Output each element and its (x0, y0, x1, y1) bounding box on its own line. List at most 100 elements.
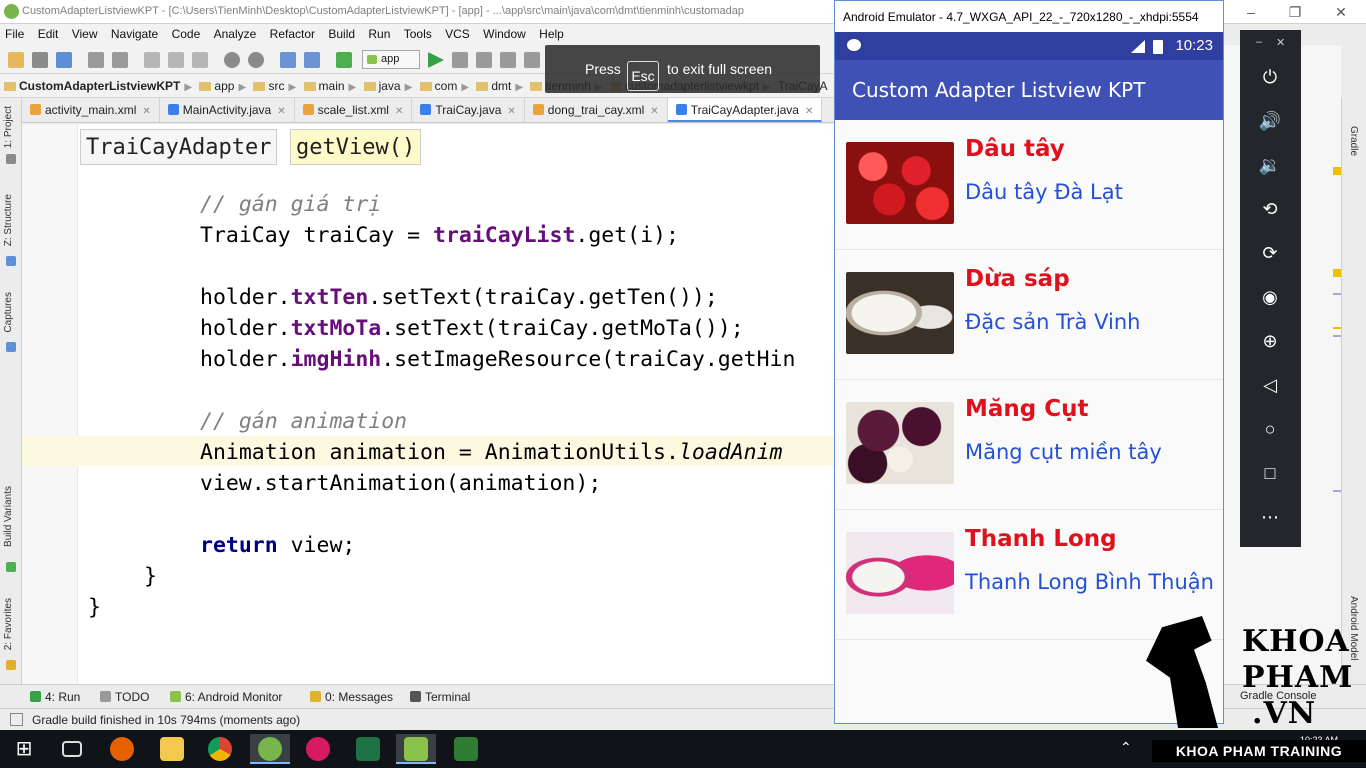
tab-dong-trai-cay[interactable]: dong_trai_cay.xml ✕ (525, 98, 668, 122)
redo-icon[interactable] (112, 52, 128, 68)
menu-refactor[interactable]: Refactor (265, 24, 320, 44)
taskbar-file-explorer[interactable] (152, 734, 192, 764)
menu-code[interactable]: Code (167, 24, 206, 44)
breadcrumb-item[interactable]: dmt (472, 75, 515, 93)
tray-chevron-icon[interactable]: ⌃ (1120, 739, 1132, 756)
xml-file-icon (532, 104, 544, 115)
maximize-icon[interactable]: ❐ (1280, 2, 1310, 22)
sync-icon[interactable] (56, 52, 72, 68)
menu-view[interactable]: View (67, 24, 103, 44)
close-tab-icon[interactable]: ✕ (805, 106, 813, 117)
menu-file[interactable]: File (0, 24, 29, 44)
menu-analyze[interactable]: Analyze (209, 24, 262, 44)
panel-close-icon[interactable]: ✕ (1276, 36, 1285, 49)
find-icon[interactable] (224, 52, 240, 68)
breadcrumb-item[interactable]: CustomAdapterListviewKPT (0, 75, 184, 93)
class-crumb[interactable]: TraiCayAdapter (80, 129, 278, 165)
profile-icon[interactable] (500, 52, 516, 68)
menu-navigate[interactable]: Navigate (106, 24, 163, 44)
volume-up-icon[interactable]: 🔊 (1258, 109, 1282, 133)
list-item[interactable]: Dâu tây Dâu tây Đà Lạt (835, 120, 1223, 250)
code-editor[interactable]: TraiCayAdapter getView() // gán giá trị … (22, 124, 835, 684)
replace-icon[interactable] (248, 52, 264, 68)
close-tab-icon[interactable]: ✕ (507, 106, 515, 117)
breadcrumb-item[interactable]: src (249, 75, 288, 93)
make-project-icon[interactable] (336, 52, 352, 68)
tool-messages[interactable]: 0: Messages (310, 690, 393, 704)
rotate-left-icon[interactable]: ⟲ (1258, 197, 1282, 221)
breadcrumb-item[interactable]: java (360, 75, 405, 93)
tool-tab-structure[interactable]: Z: Structure (3, 194, 14, 246)
forward-nav-icon[interactable] (304, 52, 320, 68)
menu-help[interactable]: Help (534, 24, 569, 44)
close-tab-icon[interactable]: ✕ (277, 106, 285, 117)
taskbar-chrome[interactable] (200, 734, 240, 764)
tool-tab-build-variants[interactable]: Build Variants (3, 486, 14, 547)
run-icon[interactable] (428, 52, 444, 68)
tab-trai-cay[interactable]: TraiCay.java ✕ (412, 98, 525, 122)
close-tab-icon[interactable]: ✕ (395, 106, 403, 117)
volume-down-icon[interactable]: 🔉 (1258, 153, 1282, 177)
paste-icon[interactable] (192, 52, 208, 68)
taskbar-excel[interactable] (348, 734, 388, 764)
save-icon[interactable] (32, 52, 48, 68)
tool-todo[interactable]: TODO (100, 690, 149, 704)
rotate-right-icon[interactable]: ⟳ (1258, 241, 1282, 265)
zoom-icon[interactable]: ⊕ (1258, 329, 1282, 353)
breadcrumb-item[interactable]: app (195, 75, 238, 93)
more-icon[interactable]: ⋯ (1258, 505, 1282, 529)
back-nav-icon[interactable] (280, 52, 296, 68)
tool-tab-project[interactable]: 1: Project (3, 106, 14, 148)
taskbar-android-sdk[interactable] (396, 734, 436, 764)
taskbar-app[interactable] (298, 734, 338, 764)
undo-icon[interactable] (88, 52, 104, 68)
overview-icon[interactable]: □ (1258, 461, 1282, 485)
camera-icon[interactable]: ◉ (1258, 285, 1282, 309)
tool-android-monitor[interactable]: 6: Android Monitor (170, 690, 282, 704)
android-status-bar: 10:23 (835, 32, 1223, 60)
menu-edit[interactable]: Edit (33, 24, 64, 44)
right-tool-strip: Gradle Android Model (1341, 98, 1366, 684)
cut-icon[interactable] (144, 52, 160, 68)
toggle-tool-windows-icon[interactable] (10, 713, 23, 726)
tab-trai-cay-adapter[interactable]: TraiCayAdapter.java ✕ (667, 98, 823, 122)
menu-tools[interactable]: Tools (399, 24, 437, 44)
panel-minimize-icon[interactable]: – (1256, 36, 1262, 48)
tool-run[interactable]: 4: Run (30, 690, 80, 704)
emulator-title-bar[interactable]: Android Emulator - 4.7_WXGA_API_22_-_720… (835, 1, 1223, 32)
open-folder-icon[interactable] (8, 52, 24, 68)
back-icon[interactable]: ◁ (1258, 373, 1282, 397)
power-icon[interactable]: ⏻ (1258, 65, 1282, 89)
list-item[interactable]: Dừa sáp Đặc sản Trà Vinh (835, 250, 1223, 380)
taskbar-camtasia[interactable] (446, 734, 486, 764)
tab-scale-list[interactable]: scale_list.xml ✕ (295, 98, 413, 122)
run-configuration-select[interactable]: app (362, 50, 420, 69)
close-icon[interactable]: ✕ (1326, 2, 1356, 22)
method-crumb[interactable]: getView() (290, 129, 422, 165)
menu-build[interactable]: Build (323, 24, 360, 44)
taskbar-android-studio[interactable] (250, 734, 290, 764)
tool-tab-gradle[interactable]: Gradle (1348, 126, 1359, 156)
tool-terminal[interactable]: Terminal (410, 690, 470, 704)
tab-activity-main[interactable]: activity_main.xml ✕ (22, 98, 160, 122)
home-icon[interactable]: ○ (1258, 417, 1282, 441)
tab-main-activity[interactable]: MainActivity.java ✕ (160, 98, 295, 122)
close-tab-icon[interactable]: ✕ (650, 106, 658, 117)
close-tab-icon[interactable]: ✕ (142, 106, 150, 117)
taskbar-firefox[interactable] (102, 734, 142, 764)
coverage-icon[interactable] (524, 52, 540, 68)
breadcrumb-item[interactable]: com (416, 75, 462, 93)
menu-run[interactable]: Run (363, 24, 395, 44)
menu-vcs[interactable]: VCS (440, 24, 475, 44)
minimize-icon[interactable]: – (1236, 2, 1266, 22)
list-item[interactable]: Măng Cụt Măng cụt miền tây (835, 380, 1223, 510)
breadcrumb-item[interactable]: main (300, 75, 349, 93)
tool-tab-favorites[interactable]: 2: Favorites (3, 598, 14, 650)
tool-tab-captures[interactable]: Captures (3, 292, 14, 333)
attach-debugger-icon[interactable] (476, 52, 492, 68)
start-button[interactable]: ⊞ (4, 734, 44, 764)
menu-window[interactable]: Window (478, 24, 531, 44)
task-view-button[interactable] (52, 734, 92, 764)
copy-icon[interactable] (168, 52, 184, 68)
debug-icon[interactable] (452, 52, 468, 68)
